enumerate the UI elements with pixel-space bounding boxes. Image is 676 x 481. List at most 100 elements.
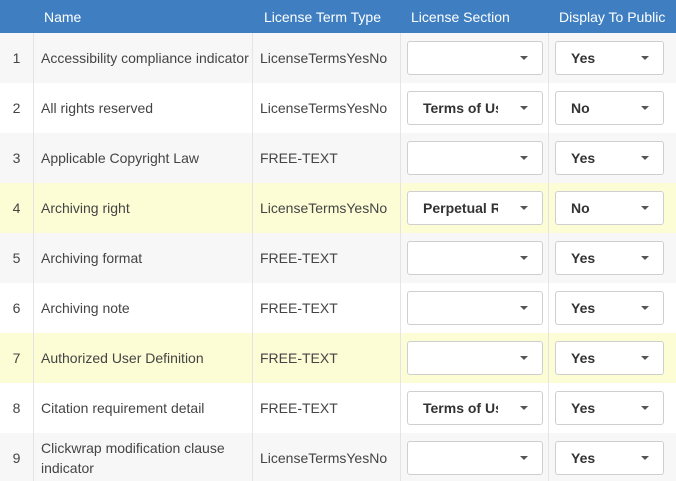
term-type: LicenseTermsYesNo xyxy=(253,433,401,481)
table-row[interactable]: 8 Citation requirement detail FREE-TEXT Ter… xyxy=(0,383,676,433)
table-row[interactable]: 1 Accessibility compliance indicator Licen… xyxy=(0,33,676,83)
license-section-cell: Terms of Use xyxy=(401,83,549,133)
license-section-dropdown[interactable] xyxy=(407,441,543,475)
term-type: FREE-TEXT xyxy=(253,133,401,183)
term-name: Accessibility compliance indicator xyxy=(34,33,253,83)
display-to-public-cell: Yes xyxy=(549,33,676,83)
license-section-dropdown[interactable]: Perpetual Rights xyxy=(407,191,543,225)
license-section-cell xyxy=(401,433,549,481)
term-type: FREE-TEXT xyxy=(253,333,401,383)
chevron-down-icon xyxy=(641,256,649,260)
table-row[interactable]: 2 All rights reserved LicenseTermsYesNo Ter… xyxy=(0,83,676,133)
chevron-down-icon xyxy=(641,56,649,60)
license-section-cell xyxy=(401,233,549,283)
chevron-down-icon xyxy=(641,156,649,160)
license-section-dropdown[interactable] xyxy=(407,141,543,175)
display-to-public-value: Yes xyxy=(571,450,596,466)
header-name[interactable]: Name xyxy=(34,9,253,25)
display-to-public-dropdown[interactable]: Yes xyxy=(555,241,664,275)
license-section-cell: Perpetual Rights xyxy=(401,183,549,233)
table-row[interactable]: 6 Archiving note FREE-TEXT Yes xyxy=(0,283,676,333)
display-to-public-dropdown[interactable]: Yes xyxy=(555,41,664,75)
term-name: Archiving note xyxy=(34,283,253,333)
license-section-cell: Terms of Use xyxy=(401,383,549,433)
chevron-down-icon xyxy=(641,456,649,460)
license-section-cell xyxy=(401,33,549,83)
chevron-down-icon xyxy=(641,306,649,310)
license-section-value: Terms of Use xyxy=(423,400,498,416)
display-to-public-value: No xyxy=(571,200,590,216)
row-index: 8 xyxy=(0,383,34,433)
display-to-public-cell: Yes xyxy=(549,233,676,283)
row-index: 4 xyxy=(0,183,34,233)
display-to-public-value: Yes xyxy=(571,400,596,416)
license-section-dropdown[interactable] xyxy=(407,41,543,75)
row-index: 1 xyxy=(0,33,34,83)
term-name: Authorized User Definition xyxy=(34,333,253,383)
display-to-public-dropdown[interactable]: No xyxy=(555,91,664,125)
row-index: 6 xyxy=(0,283,34,333)
display-to-public-cell: No xyxy=(549,83,676,133)
row-index: 5 xyxy=(0,233,34,283)
header-license-term-type[interactable]: License Term Type xyxy=(253,9,401,25)
term-name: Applicable Copyright Law xyxy=(34,133,253,183)
display-to-public-cell: Yes xyxy=(549,433,676,481)
license-section-value: Perpetual Rights xyxy=(423,200,498,216)
display-to-public-dropdown[interactable]: Yes xyxy=(555,291,664,325)
row-index: 2 xyxy=(0,83,34,133)
license-section-dropdown[interactable]: Terms of Use xyxy=(407,91,543,125)
license-section-value: Terms of Use xyxy=(423,100,498,116)
term-name: Citation requirement detail xyxy=(34,383,253,433)
row-index: 7 xyxy=(0,333,34,383)
license-section-cell xyxy=(401,333,549,383)
display-to-public-dropdown[interactable]: Yes xyxy=(555,391,664,425)
license-section-dropdown[interactable] xyxy=(407,241,543,275)
license-section-dropdown[interactable] xyxy=(407,291,543,325)
term-type: LicenseTermsYesNo xyxy=(253,183,401,233)
row-index: 3 xyxy=(0,133,34,183)
display-to-public-dropdown[interactable]: Yes xyxy=(555,141,664,175)
chevron-down-icon xyxy=(520,106,528,110)
license-section-cell xyxy=(401,283,549,333)
term-type: FREE-TEXT xyxy=(253,233,401,283)
chevron-down-icon xyxy=(520,156,528,160)
chevron-down-icon xyxy=(520,56,528,60)
display-to-public-cell: Yes xyxy=(549,133,676,183)
display-to-public-value: No xyxy=(571,100,590,116)
display-to-public-dropdown[interactable]: Yes xyxy=(555,441,664,475)
license-section-dropdown[interactable] xyxy=(407,341,543,375)
header-display-to-public[interactable]: Display To Public xyxy=(549,9,676,25)
license-section-cell xyxy=(401,133,549,183)
display-to-public-value: Yes xyxy=(571,150,596,166)
grid-header: Name License Term Type License Section D… xyxy=(0,0,676,33)
chevron-down-icon xyxy=(641,406,649,410)
license-section-dropdown[interactable]: Terms of Use xyxy=(407,391,543,425)
display-to-public-dropdown[interactable]: No xyxy=(555,191,664,225)
chevron-down-icon xyxy=(520,206,528,210)
display-to-public-cell: Yes xyxy=(549,383,676,433)
display-to-public-cell: Yes xyxy=(549,333,676,383)
chevron-down-icon xyxy=(520,356,528,360)
term-type: LicenseTermsYesNo xyxy=(253,33,401,83)
table-row[interactable]: 5 Archiving format FREE-TEXT Yes xyxy=(0,233,676,283)
display-to-public-value: Yes xyxy=(571,250,596,266)
chevron-down-icon xyxy=(520,456,528,460)
display-to-public-value: Yes xyxy=(571,50,596,66)
chevron-down-icon xyxy=(641,356,649,360)
display-to-public-cell: Yes xyxy=(549,283,676,333)
row-index: 9 xyxy=(0,433,34,481)
table-row[interactable]: 7 Authorized User Definition FREE-TEXT Yes xyxy=(0,333,676,383)
header-license-section[interactable]: License Section xyxy=(401,9,549,25)
table-row[interactable]: 4 Archiving right LicenseTermsYesNo Perpetu… xyxy=(0,183,676,233)
table-row[interactable]: 3 Applicable Copyright Law FREE-TEXT Yes xyxy=(0,133,676,183)
chevron-down-icon xyxy=(641,206,649,210)
term-name: Archiving right xyxy=(34,183,253,233)
term-type: FREE-TEXT xyxy=(253,283,401,333)
chevron-down-icon xyxy=(520,256,528,260)
table-row[interactable]: 9 Clickwrap modification clause indicator… xyxy=(0,433,676,481)
term-name: Clickwrap modification clause indicator xyxy=(34,433,253,481)
term-name: Archiving format xyxy=(34,233,253,283)
display-to-public-dropdown[interactable]: Yes xyxy=(555,341,664,375)
grid-body: 1 Accessibility compliance indicator Licen… xyxy=(0,33,676,481)
license-terms-grid: Name License Term Type License Section D… xyxy=(0,0,676,481)
